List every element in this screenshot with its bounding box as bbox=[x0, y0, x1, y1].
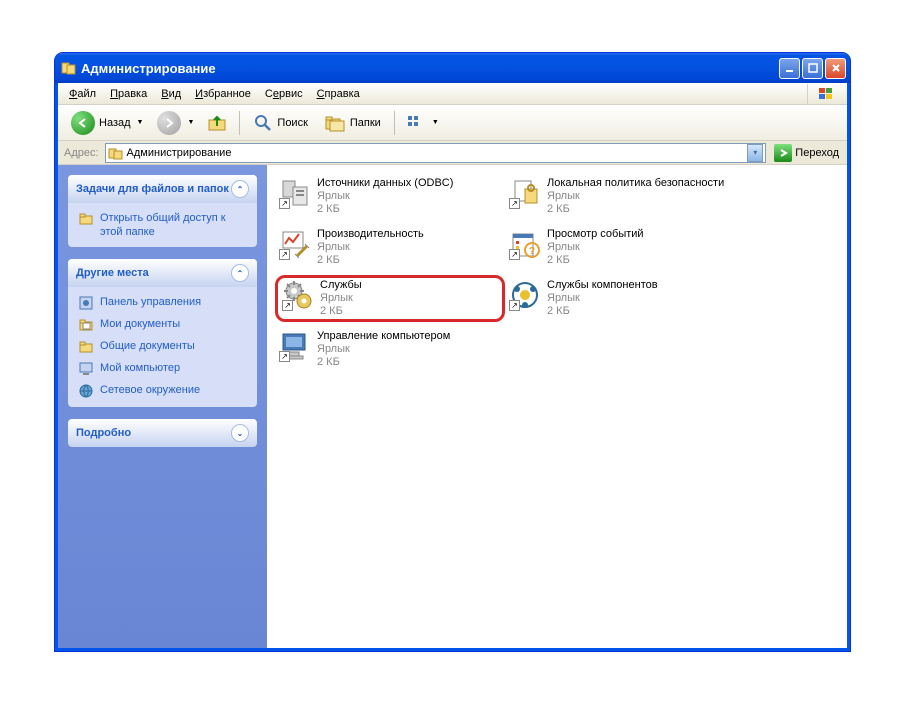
go-icon bbox=[774, 144, 792, 162]
control-panel-icon bbox=[78, 295, 94, 311]
shortcut-arrow-icon: ↗ bbox=[509, 300, 520, 311]
collapse-icon: ⌃ bbox=[231, 180, 249, 198]
shortcut-arrow-icon: ↗ bbox=[279, 351, 290, 362]
file-list[interactable]: ↗ Источники данных (ODBC) Ярлык 2 КБ ↗ Л… bbox=[267, 165, 847, 648]
expand-icon: ⌄ bbox=[231, 424, 249, 442]
window-frame: Администрирование Файл Правка Вид Избран… bbox=[55, 53, 850, 651]
event-viewer-icon: ? ↗ bbox=[509, 228, 541, 260]
address-dropdown[interactable]: ▾ bbox=[747, 144, 763, 162]
share-folder-icon bbox=[78, 211, 94, 227]
tasks-title: Задачи для файлов и папок bbox=[76, 183, 231, 195]
search-icon bbox=[253, 113, 273, 133]
forward-button[interactable]: ▼ bbox=[152, 108, 199, 138]
shortcut-arrow-icon: ↗ bbox=[279, 198, 290, 209]
go-label: Переход bbox=[795, 147, 839, 159]
item-local-security[interactable]: ↗ Локальная политика безопасности Ярлык … bbox=[505, 173, 735, 220]
shortcut-arrow-icon: ↗ bbox=[509, 198, 520, 209]
services-icon: ↗ bbox=[282, 279, 314, 311]
back-label: Назад bbox=[99, 117, 131, 129]
menu-tools[interactable]: Сервис bbox=[258, 86, 310, 102]
views-dropdown-icon: ▼ bbox=[432, 119, 439, 126]
security-policy-icon: ↗ bbox=[509, 177, 541, 209]
up-button[interactable] bbox=[201, 109, 233, 137]
odbc-icon: ↗ bbox=[279, 177, 311, 209]
forward-dropdown-icon: ▼ bbox=[187, 119, 194, 126]
window-title: Администрирование bbox=[81, 61, 779, 76]
item-services[interactable]: ↗ Службы Ярлык 2 КБ bbox=[275, 275, 505, 322]
svg-text:?: ? bbox=[529, 246, 535, 257]
my-documents-link[interactable]: Мои документы bbox=[78, 317, 247, 333]
views-icon bbox=[406, 114, 426, 132]
content-area: Задачи для файлов и папок ⌃ Открыть общи… bbox=[58, 165, 847, 648]
network-icon bbox=[78, 383, 94, 399]
search-label: Поиск bbox=[277, 117, 307, 129]
item-computer-management[interactable]: ↗ Управление компьютером Ярлык 2 КБ bbox=[275, 326, 505, 373]
collapse-icon: ⌃ bbox=[231, 264, 249, 282]
address-folder-icon bbox=[108, 145, 124, 161]
menu-edit[interactable]: Правка bbox=[103, 86, 154, 102]
item-performance[interactable]: ↗ Производительность Ярлык 2 КБ bbox=[275, 224, 505, 271]
details-panel: Подробно ⌄ bbox=[68, 419, 257, 447]
menubar: Файл Правка Вид Избранное Сервис Справка bbox=[58, 83, 847, 105]
computer-management-icon: ↗ bbox=[279, 330, 311, 362]
menu-view[interactable]: Вид bbox=[154, 86, 188, 102]
item-component-services[interactable]: ↗ Службы компонентов Ярлык 2 КБ bbox=[505, 275, 735, 322]
folders-icon bbox=[324, 113, 346, 133]
network-places-link[interactable]: Сетевое окружение bbox=[78, 383, 247, 399]
close-button[interactable] bbox=[825, 58, 846, 79]
toolbar: Назад ▼ ▼ Поиск Папки ▼ bbox=[58, 105, 847, 141]
windows-logo-icon bbox=[807, 84, 843, 104]
shortcut-arrow-icon: ↗ bbox=[509, 249, 520, 260]
sidebar: Задачи для файлов и папок ⌃ Открыть общи… bbox=[58, 165, 267, 648]
minimize-button[interactable] bbox=[779, 58, 800, 79]
details-title: Подробно bbox=[76, 427, 231, 439]
details-panel-header[interactable]: Подробно ⌄ bbox=[68, 419, 257, 447]
address-label: Адрес: bbox=[62, 147, 101, 159]
item-event-viewer[interactable]: ? ↗ Просмотр событий Ярлык 2 КБ bbox=[505, 224, 735, 271]
folders-label: Папки bbox=[350, 117, 381, 129]
app-icon bbox=[61, 60, 77, 76]
places-panel: Другие места ⌃ Панель управления Мои док… bbox=[68, 259, 257, 407]
menu-file[interactable]: Файл bbox=[62, 86, 103, 102]
share-folder-label: Открыть общий доступ к этой папке bbox=[100, 211, 247, 239]
go-button[interactable]: Переход bbox=[770, 143, 843, 163]
back-button[interactable]: Назад ▼ bbox=[64, 108, 150, 138]
shortcut-arrow-icon: ↗ bbox=[282, 300, 293, 311]
address-bar: Адрес: Администрирование ▾ Переход bbox=[58, 141, 847, 165]
component-services-icon: ↗ bbox=[509, 279, 541, 311]
tasks-panel-header[interactable]: Задачи для файлов и папок ⌃ bbox=[68, 175, 257, 203]
titlebar[interactable]: Администрирование bbox=[55, 53, 850, 83]
address-text: Администрирование bbox=[127, 147, 748, 159]
shortcut-arrow-icon: ↗ bbox=[279, 249, 290, 260]
shared-documents-link[interactable]: Общие документы bbox=[78, 339, 247, 355]
maximize-button[interactable] bbox=[802, 58, 823, 79]
back-icon bbox=[71, 111, 95, 135]
places-panel-header[interactable]: Другие места ⌃ bbox=[68, 259, 257, 287]
folders-button[interactable]: Папки bbox=[317, 110, 388, 136]
item-odbc[interactable]: ↗ Источники данных (ODBC) Ярлык 2 КБ bbox=[275, 173, 505, 220]
window-buttons bbox=[779, 58, 846, 79]
search-button[interactable]: Поиск bbox=[246, 110, 314, 136]
my-computer-link[interactable]: Мой компьютер bbox=[78, 361, 247, 377]
documents-icon bbox=[78, 317, 94, 333]
menu-help[interactable]: Справка bbox=[310, 86, 367, 102]
share-folder-link[interactable]: Открыть общий доступ к этой папке bbox=[78, 211, 247, 239]
control-panel-link[interactable]: Панель управления bbox=[78, 295, 247, 311]
computer-icon bbox=[78, 361, 94, 377]
forward-icon bbox=[157, 111, 181, 135]
address-input[interactable]: Администрирование ▾ bbox=[105, 143, 767, 163]
views-button[interactable]: ▼ bbox=[401, 111, 444, 135]
performance-icon: ↗ bbox=[279, 228, 311, 260]
places-title: Другие места bbox=[76, 267, 231, 279]
tasks-panel: Задачи для файлов и папок ⌃ Открыть общи… bbox=[68, 175, 257, 247]
up-folder-icon bbox=[206, 112, 228, 134]
window-client: Файл Правка Вид Избранное Сервис Справка… bbox=[58, 83, 847, 648]
shared-folder-icon bbox=[78, 339, 94, 355]
back-dropdown-icon: ▼ bbox=[137, 119, 144, 126]
menu-favorites[interactable]: Избранное bbox=[188, 86, 258, 102]
